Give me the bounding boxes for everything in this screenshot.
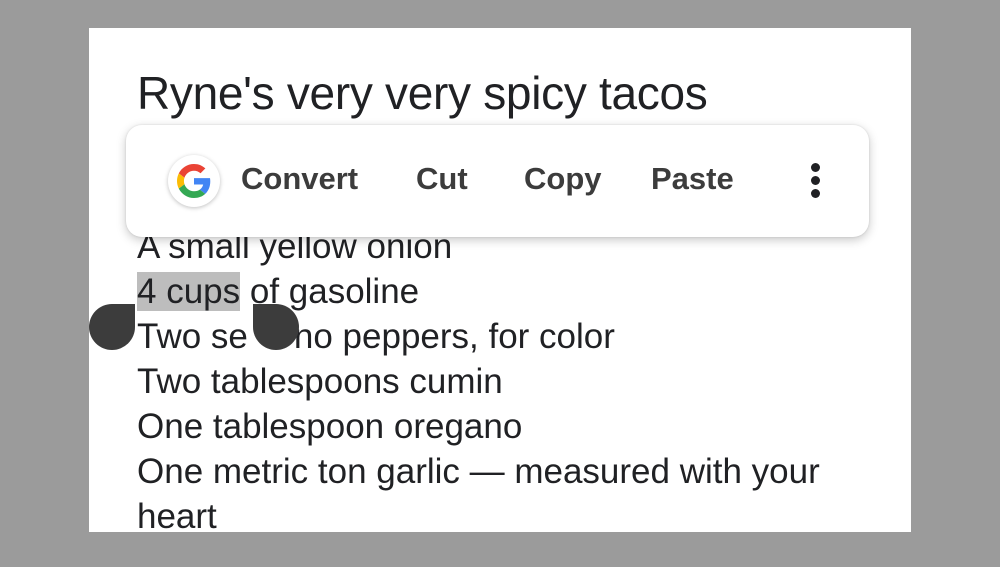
- selection-end-handle[interactable]: [253, 304, 299, 350]
- convert-button[interactable]: Convert: [241, 161, 358, 197]
- ingredient-line-cumin[interactable]: Two tablespoons cumin: [137, 359, 897, 404]
- selected-text[interactable]: 4 cups: [137, 272, 241, 311]
- ingredient-line-garlic[interactable]: One metric ton garlic — measured with yo…: [137, 449, 897, 532]
- dot: [811, 163, 820, 172]
- google-g-icon[interactable]: [168, 155, 220, 207]
- note-body[interactable]: A small yellow onion 4 cups of gasoline …: [137, 224, 897, 532]
- cut-button[interactable]: Cut: [416, 161, 468, 197]
- dot: [811, 176, 820, 185]
- ingredient-text-start: Two se: [137, 317, 248, 356]
- ingredient-text-end: no peppers, for color: [293, 317, 615, 356]
- paste-button[interactable]: Paste: [651, 161, 734, 197]
- text-selection-toolbar: Convert Cut Copy Paste: [126, 125, 869, 237]
- ingredient-line-peppers[interactable]: Two se no peppers, for color: [137, 314, 897, 359]
- dot: [811, 189, 820, 198]
- more-vert-icon[interactable]: [804, 161, 828, 201]
- copy-button[interactable]: Copy: [524, 161, 602, 197]
- note-screen: Ryne's very very spicy tacos A small yel…: [89, 28, 911, 532]
- selection-start-handle[interactable]: [89, 304, 135, 350]
- ingredient-line-oregano[interactable]: One tablespoon oregano: [137, 404, 897, 449]
- ingredient-line-gasoline[interactable]: 4 cups of gasoline: [137, 269, 897, 314]
- note-title[interactable]: Ryne's very very spicy tacos: [137, 66, 708, 120]
